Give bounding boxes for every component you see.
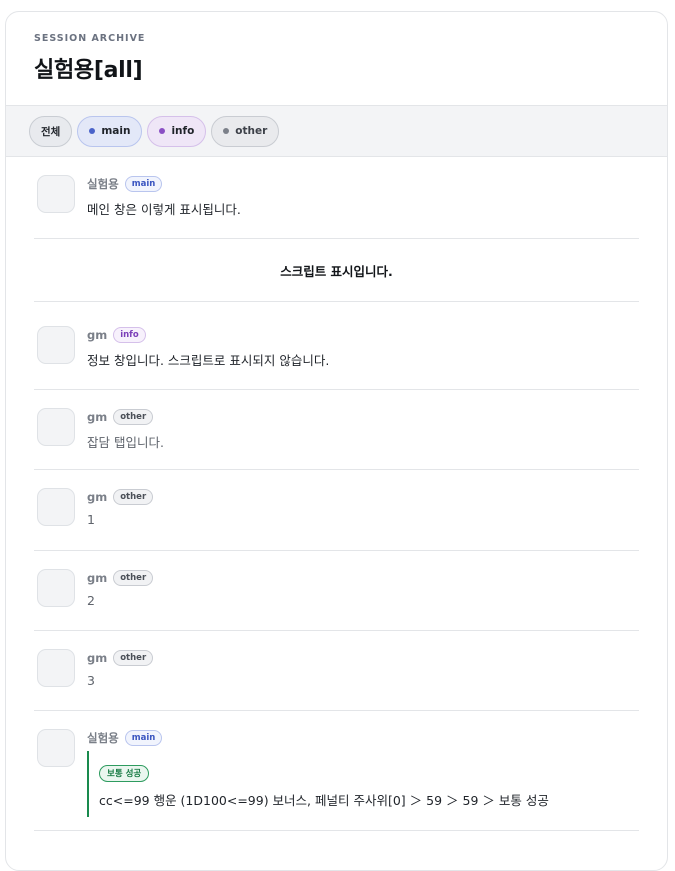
message-text: 잡담 탭입니다. [87, 435, 164, 450]
filter-chip-other[interactable]: other [211, 115, 280, 147]
avatar [37, 729, 75, 767]
filter-chip-label: other [235, 125, 268, 137]
message-item: gm info 정보 창입니다. 스크립트로 표시되지 않습니다. [34, 302, 639, 390]
sender-name: gm [87, 410, 108, 424]
message-item: gm other 1 [34, 470, 639, 551]
message-item: 실험용 main 메인 창은 이렇게 표시됩니다. [34, 157, 639, 239]
filter-chip-info[interactable]: info [147, 115, 207, 147]
main-dot-icon [89, 128, 96, 134]
message-item: gm other 잡담 탭입니다. [34, 390, 639, 470]
sender-name: gm [87, 571, 108, 585]
channel-badge: other [113, 489, 154, 505]
avatar [37, 408, 75, 446]
avatar [37, 175, 75, 213]
message-item: 실험용 main 보통 성공 cc<=99 행운 (1D100<=99) 보너스… [34, 711, 639, 831]
roll-result-text: cc<=99 행운 (1D100<=99) 보너스, 페널티 주사위[0] ＞ … [99, 792, 549, 808]
sender-name: gm [87, 490, 108, 504]
filter-chip-label: 전체 [41, 125, 61, 138]
message-text: 메인 창은 이렇게 표시됩니다. [87, 202, 241, 217]
filter-chip-label: info [171, 125, 195, 137]
session-archive-card: SESSION ARCHIVE 실험용[all] 전체 main info ot… [5, 11, 668, 871]
page-title: 실험용[all] [34, 58, 143, 83]
avatar [37, 488, 75, 526]
channel-badge: info [113, 327, 146, 343]
channel-badge: main [124, 730, 163, 746]
filter-chip-all[interactable]: 전체 [29, 115, 73, 147]
script-message: 스크립트 표시입니다. [34, 239, 639, 302]
message-text: 정보 창입니다. 스크립트로 표시되지 않습니다. [87, 353, 330, 368]
channel-badge: main [124, 176, 163, 192]
sender-name: 실험용 [87, 731, 119, 745]
avatar [37, 326, 75, 364]
channel-badge: other [113, 650, 154, 666]
archive-header: SESSION ARCHIVE 실험용[all] [6, 12, 667, 105]
roll-result-badge: 보통 성공 [99, 764, 150, 782]
avatar [37, 569, 75, 607]
sender-name: gm [87, 328, 108, 342]
channel-badge: other [113, 570, 154, 586]
message-text: 1 [87, 512, 95, 527]
sender-name: gm [87, 651, 108, 665]
message-item: gm other 3 [34, 631, 639, 711]
message-text: 3 [87, 673, 95, 688]
message-list: 실험용 main 메인 창은 이렇게 표시됩니다. 스크립트 표시입니다. gm… [6, 157, 667, 831]
filter-chip-main[interactable]: main [77, 115, 143, 147]
info-dot-icon [159, 128, 166, 134]
dice-roll-result: 보통 성공 cc<=99 행운 (1D100<=99) 보너스, 페널티 주사위… [87, 751, 639, 817]
filter-bar: 전체 main info other [6, 105, 667, 157]
other-dot-icon [223, 128, 230, 134]
message-text: 2 [87, 593, 95, 608]
eyebrow-label: SESSION ARCHIVE [34, 33, 146, 44]
message-item: gm other 2 [34, 551, 639, 631]
sender-name: 실험용 [87, 177, 119, 191]
avatar [37, 649, 75, 687]
channel-badge: other [113, 409, 154, 425]
filter-chip-label: main [101, 125, 131, 137]
